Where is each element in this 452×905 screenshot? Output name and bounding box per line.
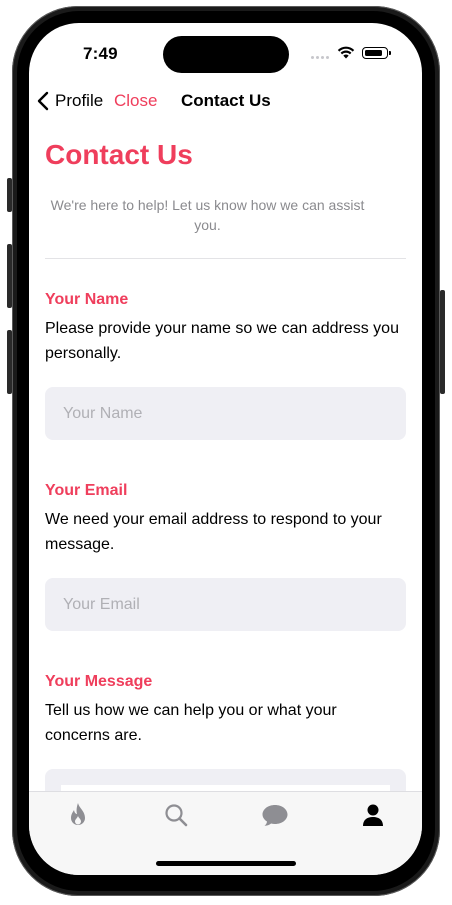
- volume-up-button: [7, 244, 12, 308]
- home-indicator: [156, 861, 296, 866]
- message-description: Tell us how we can help you or what your…: [45, 702, 337, 744]
- screen: 7:49 Profile Close Contact Us Contact Us…: [29, 23, 422, 875]
- dynamic-island: [163, 36, 289, 73]
- status-time: 7:49: [83, 44, 118, 63]
- email-label: Your Email: [45, 482, 128, 499]
- battery-icon: [362, 47, 391, 59]
- person-icon: [363, 804, 383, 826]
- cellular-signal-icon: [311, 56, 331, 60]
- page-title: Contact Us: [45, 139, 193, 170]
- chevron-left-icon: [37, 91, 49, 111]
- navigation-bar: Profile Close Contact Us: [29, 85, 422, 117]
- silent-switch: [7, 178, 12, 212]
- message-label: Your Message: [45, 673, 153, 690]
- tab-profile[interactable]: [353, 798, 393, 832]
- tab-flame[interactable]: [58, 798, 98, 832]
- search-icon: [165, 804, 188, 827]
- status-bar: 7:49: [29, 23, 422, 83]
- name-field[interactable]: [45, 387, 406, 440]
- back-button-label: Profile: [55, 91, 104, 110]
- name-description: Please provide your name so we can addre…: [45, 320, 399, 362]
- email-field[interactable]: [45, 578, 406, 631]
- tab-search[interactable]: [156, 798, 196, 832]
- volume-down-button: [7, 330, 12, 394]
- divider: [45, 258, 406, 259]
- back-button[interactable]: Profile: [37, 91, 103, 111]
- close-button[interactable]: Close: [114, 91, 157, 111]
- flame-icon: [71, 803, 85, 825]
- email-description: We need your email address to respond to…: [45, 511, 382, 553]
- name-input[interactable]: [61, 403, 390, 424]
- wifi-icon: [337, 46, 355, 59]
- chat-bubble-icon: [262, 805, 288, 826]
- email-input[interactable]: [61, 594, 390, 615]
- nav-title: Contact Us: [181, 91, 271, 110]
- power-button: [440, 290, 445, 394]
- intro-text: We're here to help! Let us know how we c…: [50, 197, 365, 233]
- tab-messages[interactable]: [255, 798, 295, 832]
- name-label: Your Name: [45, 291, 129, 308]
